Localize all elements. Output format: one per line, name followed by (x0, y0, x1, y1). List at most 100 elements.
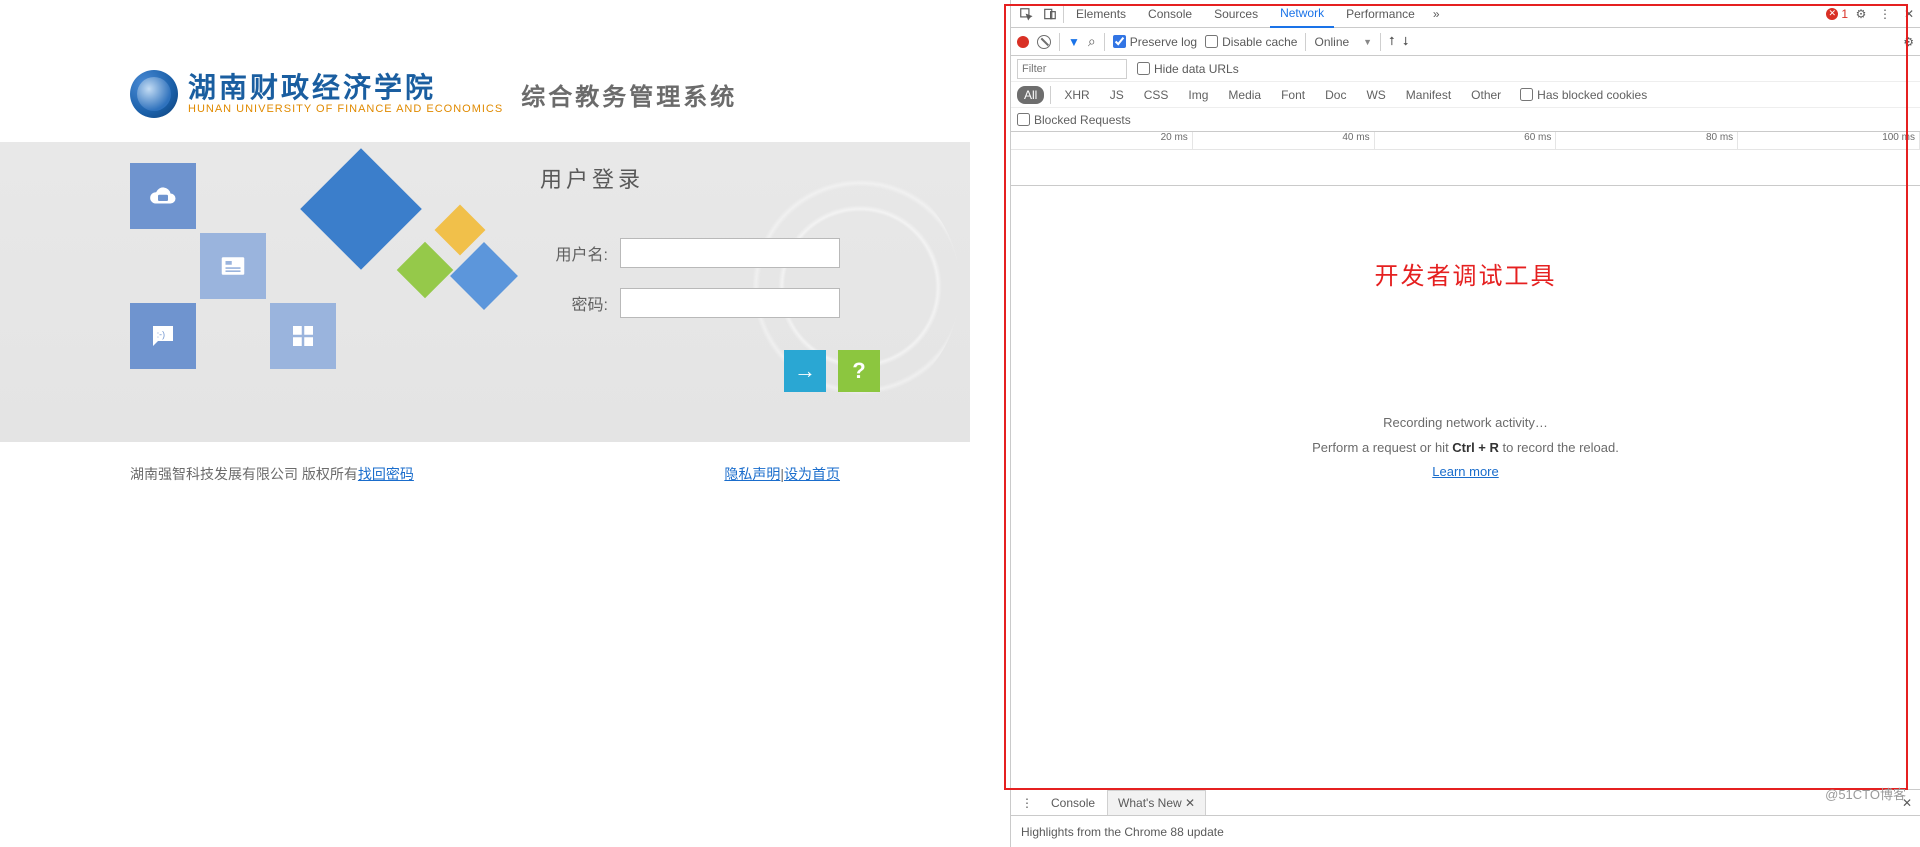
tab-elements[interactable]: Elements (1066, 1, 1136, 27)
disable-cache-label: Disable cache (1222, 35, 1297, 49)
tile-empty (200, 163, 266, 229)
learn-more-link[interactable]: Learn more (1432, 464, 1498, 479)
blocked-cookies-checkbox[interactable] (1520, 88, 1533, 101)
toggle-device-toolbar-icon[interactable] (1039, 3, 1061, 25)
throttling-select[interactable]: Online ▼ (1314, 35, 1372, 49)
type-other[interactable]: Other (1464, 86, 1508, 104)
tick-label: 100 ms (1738, 132, 1920, 149)
submit-button[interactable]: → (784, 350, 826, 392)
hide-data-urls-option[interactable]: Hide data URLs (1137, 62, 1239, 76)
preserve-log-label: Preserve log (1130, 35, 1197, 49)
blocked-requests-row: Blocked Requests (1011, 108, 1920, 132)
devtools-drawer: ⋮ Console What's New ✕ ✕ Highlights from… (1011, 789, 1920, 847)
blocked-requests-checkbox[interactable] (1017, 113, 1030, 126)
type-js[interactable]: JS (1103, 86, 1131, 104)
drawer-tab-console[interactable]: Console (1041, 791, 1105, 815)
blocked-requests-option[interactable]: Blocked Requests (1017, 113, 1131, 127)
privacy-link[interactable]: 隐私声明 (724, 466, 780, 482)
annotation-overlay: 开发者调试工具 (1011, 256, 1920, 291)
login-form: 用户登录 用户名: 密码: → ? (540, 162, 880, 392)
network-timeline[interactable]: 20 ms 40 ms 60 ms 80 ms 100 ms (1011, 132, 1920, 186)
devtools-tabbar: Elements Console Sources Network Perform… (1011, 0, 1920, 28)
preserve-log-option[interactable]: Preserve log (1113, 35, 1197, 49)
close-devtools-icon[interactable]: ✕ (1898, 3, 1920, 25)
decorative-diamonds (300, 152, 530, 352)
username-input[interactable] (620, 238, 840, 268)
filter-input[interactable] (1017, 59, 1127, 79)
blocked-requests-label: Blocked Requests (1034, 113, 1131, 127)
watermark: @51CTO博客 (1825, 784, 1906, 803)
drawer-kebab-icon[interactable]: ⋮ (1015, 796, 1039, 810)
error-count[interactable]: ✕ 1 (1826, 7, 1848, 21)
help-button[interactable]: ? (838, 350, 880, 392)
system-title: 综合教务管理系统 (521, 77, 737, 112)
type-media[interactable]: Media (1221, 86, 1268, 104)
type-manifest[interactable]: Manifest (1399, 86, 1458, 104)
type-xhr[interactable]: XHR (1057, 86, 1096, 104)
export-har-icon[interactable]: ⭣ (1403, 34, 1409, 49)
tab-network[interactable]: Network (1270, 0, 1334, 28)
record-icon[interactable] (1017, 36, 1029, 48)
tabs-more-icon[interactable]: » (1427, 3, 1446, 25)
drawer-body: Highlights from the Chrome 88 update (1011, 816, 1920, 847)
import-har-icon[interactable]: ⭡ (1389, 34, 1395, 49)
preserve-log-checkbox[interactable] (1113, 35, 1126, 48)
drawer-tab-whatsnew[interactable]: What's New ✕ (1107, 790, 1206, 815)
hide-data-urls-checkbox[interactable] (1137, 62, 1150, 75)
disable-cache-option[interactable]: Disable cache (1205, 35, 1297, 49)
tick-label: 40 ms (1193, 132, 1375, 149)
copyright-text: 湖南强智科技发展有限公司 版权所有 (130, 464, 358, 484)
logo-row: 湖南财政经济学院 HUNAN UNIVERSITY OF FINANCE AND… (0, 70, 970, 118)
recording-line2: Perform a request or hit Ctrl + R to rec… (1011, 436, 1920, 461)
tile-empty (200, 303, 266, 369)
network-toolbar: ▼ ⌕ Preserve log Disable cache Online ▼ … (1011, 28, 1920, 56)
tab-performance[interactable]: Performance (1336, 1, 1425, 27)
tile-news-icon (200, 233, 266, 299)
recording-line1: Recording network activity… (1011, 411, 1920, 436)
diamond-green-icon (397, 242, 454, 299)
set-home-link[interactable]: 设为首页 (784, 466, 840, 482)
footer: 湖南强智科技发展有限公司 版权所有 找回密码 隐私声明|设为首页 (0, 442, 840, 484)
school-name-en: HUNAN UNIVERSITY OF FINANCE AND ECONOMIC… (188, 103, 503, 115)
arrow-right-icon: → (794, 358, 816, 384)
tile-chat-icon: :-) (130, 303, 196, 369)
network-filter-row: Hide data URLs (1011, 56, 1920, 82)
tile-cloud-book-icon (130, 163, 196, 229)
settings-gear-icon[interactable]: ⚙ (1850, 3, 1872, 25)
find-password-link[interactable]: 找回密码 (358, 464, 414, 484)
search-icon[interactable]: ⌕ (1088, 33, 1096, 50)
filter-toggle-icon[interactable]: ▼ (1068, 35, 1080, 49)
network-settings-gear-icon[interactable]: ⚙ (1903, 35, 1914, 49)
tile-empty (130, 233, 196, 299)
throttling-value: Online (1314, 35, 1349, 49)
password-input[interactable] (620, 288, 840, 318)
network-body: 开发者调试工具 Recording network activity… Perf… (1011, 186, 1920, 789)
recording-message: Recording network activity… Perform a re… (1011, 411, 1920, 485)
blocked-cookies-option[interactable]: Has blocked cookies (1520, 88, 1647, 102)
type-css[interactable]: CSS (1137, 86, 1176, 104)
clear-icon[interactable] (1037, 35, 1051, 49)
tick-label: 20 ms (1011, 132, 1193, 149)
tab-sources[interactable]: Sources (1204, 1, 1268, 27)
svg-text::-): :-) (157, 329, 165, 339)
type-all[interactable]: All (1017, 86, 1044, 104)
school-name: 湖南财政经济学院 (188, 73, 503, 102)
diamond-blue-icon (300, 148, 422, 270)
type-doc[interactable]: Doc (1318, 86, 1353, 104)
tick-label: 60 ms (1375, 132, 1557, 149)
type-ws[interactable]: WS (1359, 86, 1392, 104)
type-img[interactable]: Img (1181, 86, 1215, 104)
error-count-value: 1 (1841, 7, 1848, 21)
error-icon: ✕ (1826, 8, 1838, 20)
help-icon: ? (852, 358, 865, 384)
login-title: 用户登录 (540, 162, 880, 194)
school-logo-icon (130, 70, 178, 118)
disable-cache-checkbox[interactable] (1205, 35, 1218, 48)
hide-data-urls-label: Hide data URLs (1154, 62, 1239, 76)
login-page: 湖南财政经济学院 HUNAN UNIVERSITY OF FINANCE AND… (0, 0, 1010, 847)
type-font[interactable]: Font (1274, 86, 1312, 104)
tab-console[interactable]: Console (1138, 1, 1202, 27)
kebab-menu-icon[interactable]: ⋮ (1874, 3, 1896, 25)
inspect-element-icon[interactable] (1015, 3, 1037, 25)
blocked-cookies-label: Has blocked cookies (1537, 88, 1647, 102)
